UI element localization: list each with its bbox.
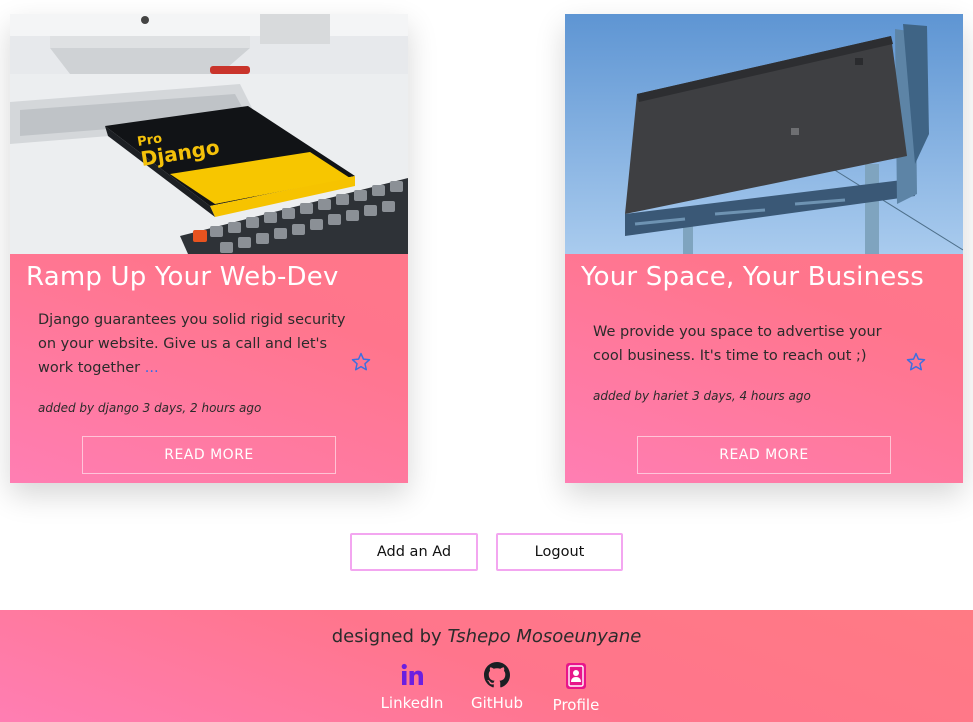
card-title: Ramp Up Your Web-Dev [26,262,339,292]
github-icon [484,662,510,688]
designed-by-prefix: designed by [331,626,442,647]
logout-button[interactable]: Logout [496,533,623,571]
github-link[interactable]: GitHub [457,662,537,712]
read-more-button[interactable]: READ MORE [82,436,336,474]
card-meta: added by django 3 days, 2 hours ago [38,401,262,415]
card-description-text: Django guarantees you solid rigid securi… [38,312,346,376]
card-meta: added by hariet 3 days, 4 hours ago [593,389,811,403]
ad-card: Pro Django Ramp Up Your Web-Dev Django g… [10,14,408,483]
card-description: Django guarantees you solid rigid securi… [38,308,348,380]
card-image-billboard [565,14,963,254]
linkedin-label: LinkedIn [380,694,444,712]
card-image-django-book: Pro Django [10,14,408,254]
profile-icon [566,663,586,689]
card-title: Your Space, Your Business [581,262,924,292]
footer: designed by Tshepo Mosoeunyane LinkedIn … [0,610,973,722]
profile-link[interactable]: Profile [536,662,616,714]
linkedin-link[interactable]: LinkedIn [372,662,452,712]
read-more-button[interactable]: READ MORE [637,436,891,474]
add-ad-button[interactable]: Add an Ad [350,533,478,571]
ad-card: Your Space, Your Business We provide you… [565,14,963,483]
read-more-link[interactable]: ... [145,360,159,376]
linkedin-icon [401,663,423,685]
designer-name: Tshepo Mosoeunyane [447,626,642,647]
designed-by: designed by Tshepo Mosoeunyane [0,626,973,647]
star-icon[interactable] [350,351,372,373]
profile-label: Profile [552,696,600,714]
github-label: GitHub [471,694,523,712]
card-description: We provide you space to advertise your c… [593,324,882,364]
star-icon[interactable] [905,351,927,373]
